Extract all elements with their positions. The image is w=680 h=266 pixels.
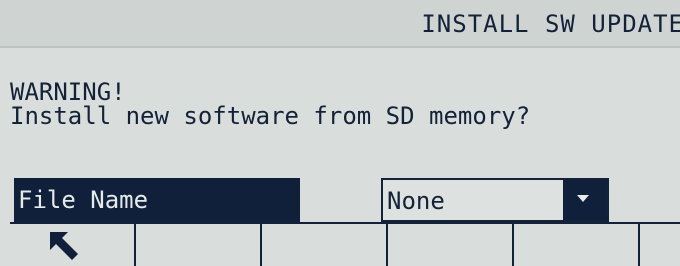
terminal-screen: INSTALL SW UPDATE WARNING! Install new s… [0,0,680,266]
warning-message: WARNING! Install new software from SD me… [10,80,530,128]
file-name-select[interactable]: None [381,178,609,222]
softkey-3[interactable] [260,224,386,266]
warning-question: Install new software from SD memory? [10,102,531,130]
softkey-6[interactable] [638,224,680,266]
file-name-label: File Name [14,178,300,222]
softkey-4[interactable] [386,224,512,266]
softkey-2[interactable] [134,224,260,266]
page-title: INSTALL SW UPDATE [421,10,680,38]
arrow-up-left-icon [50,232,78,260]
file-name-select-value: None [387,187,445,215]
softkey-5[interactable] [512,224,638,266]
softkey-row [10,222,680,266]
dropdown-button[interactable] [563,180,607,220]
softkey-exit[interactable] [10,224,134,266]
header-bar: INSTALL SW UPDATE [0,0,680,48]
triangle-down-icon [577,195,589,202]
